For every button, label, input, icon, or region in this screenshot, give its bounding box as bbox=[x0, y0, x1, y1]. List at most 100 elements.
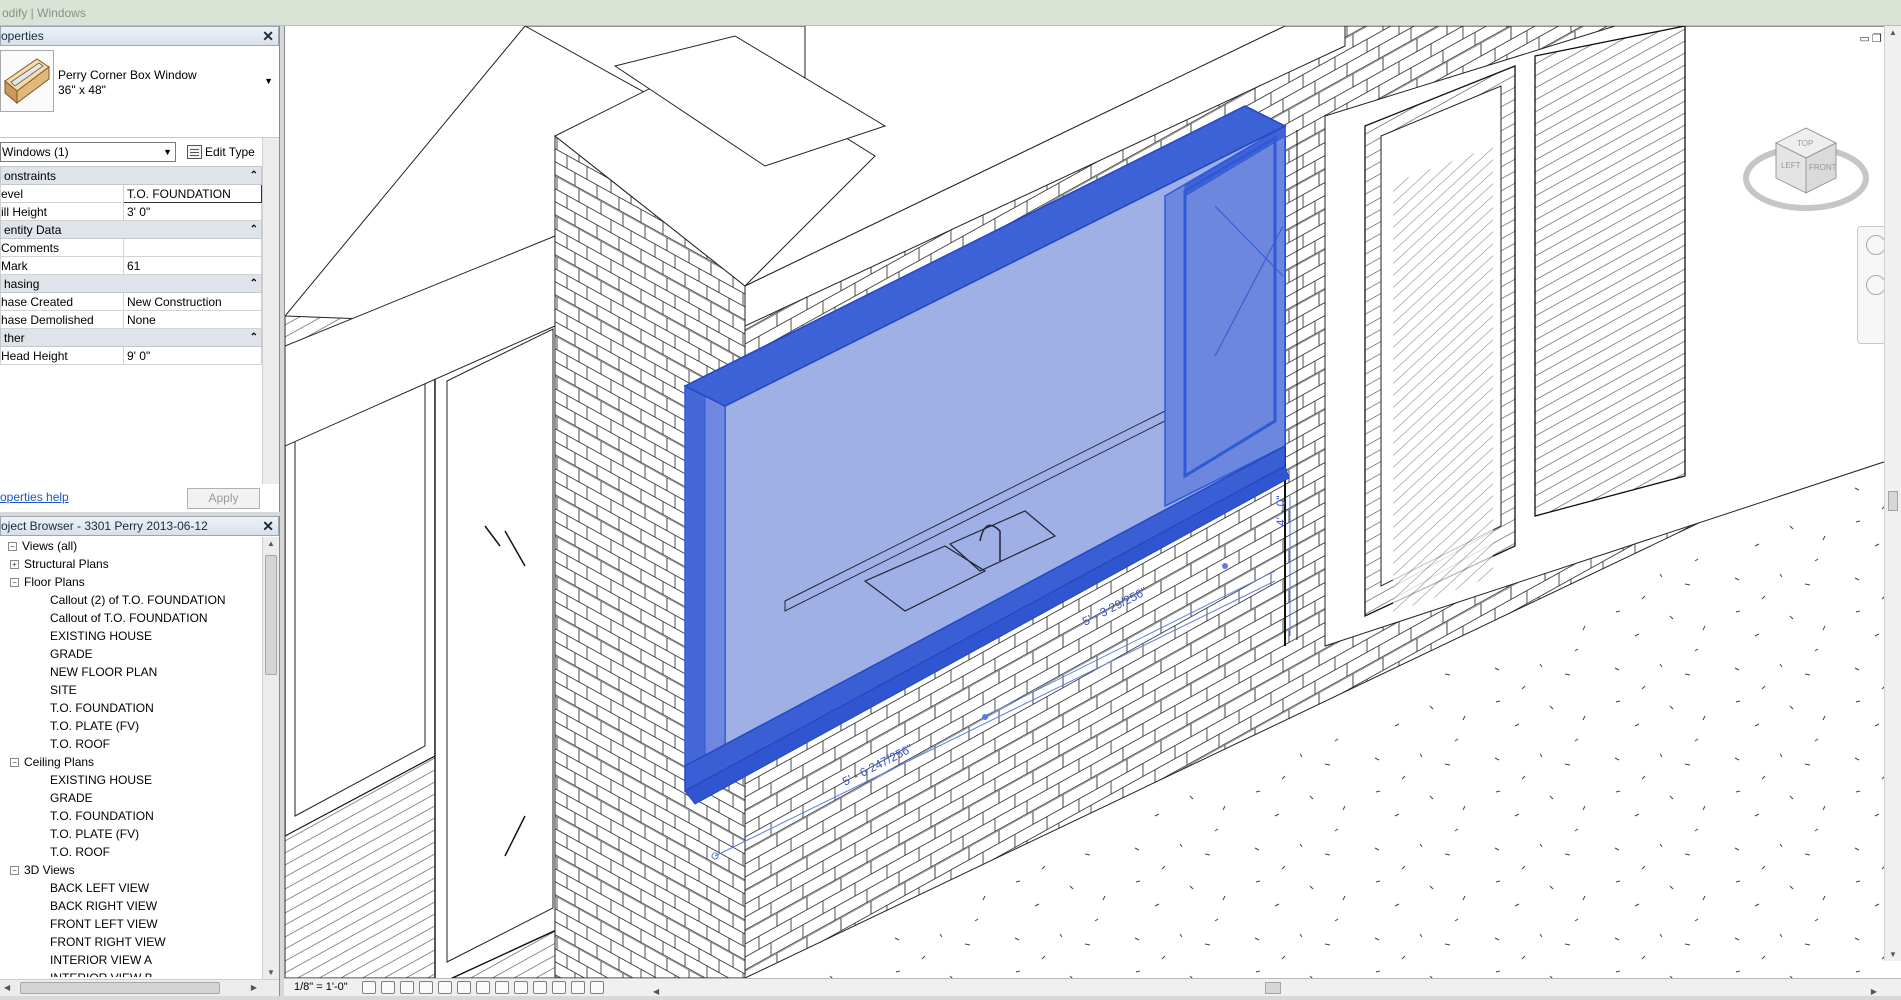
browser-tree-item[interactable]: FRONT RIGHT VIEW bbox=[0, 933, 262, 951]
dimension-side[interactable]: 4' - 0" bbox=[1274, 495, 1288, 526]
crop-view-icon[interactable] bbox=[457, 981, 471, 994]
collapse-icon[interactable]: ⌃ bbox=[250, 168, 258, 184]
group-other[interactable]: ther ⌃ bbox=[0, 328, 262, 347]
scroll-thumb[interactable] bbox=[20, 982, 220, 994]
scroll-down-icon[interactable]: ▼ bbox=[267, 968, 275, 977]
browser-tree-item[interactable]: GRADE bbox=[0, 645, 262, 663]
browser-tree-item[interactable]: −3D Views bbox=[0, 861, 262, 879]
shadows-icon[interactable] bbox=[419, 981, 433, 994]
project-browser-header[interactable]: oject Browser - 3301 Perry 2013-06-12 ✕ bbox=[0, 516, 279, 536]
browser-tree-item[interactable]: FRONT LEFT VIEW bbox=[0, 915, 262, 933]
worksharing-icon[interactable] bbox=[590, 981, 604, 994]
rendering-icon[interactable] bbox=[438, 981, 452, 994]
close-icon[interactable]: ✕ bbox=[262, 517, 274, 535]
browser-tree-item[interactable]: T.O. FOUNDATION bbox=[0, 807, 262, 825]
restore-icon[interactable]: ❐ bbox=[1872, 33, 1884, 45]
temporary-hide-icon[interactable] bbox=[514, 981, 528, 994]
phase-demolished-field[interactable]: None bbox=[123, 310, 262, 329]
browser-tree-item[interactable]: INTERIOR VIEW A bbox=[0, 951, 262, 969]
browser-tree-item[interactable]: T.O. FOUNDATION bbox=[0, 699, 262, 717]
analysis-icon[interactable] bbox=[552, 981, 566, 994]
browser-tree-item[interactable]: T.O. PLATE (FV) bbox=[0, 825, 262, 843]
close-icon[interactable]: ✕ bbox=[262, 27, 274, 45]
scroll-thumb[interactable] bbox=[1265, 982, 1281, 994]
browser-tree-item[interactable]: T.O. PLATE (FV) bbox=[0, 717, 262, 735]
scroll-down-icon[interactable]: ▼ bbox=[1889, 950, 1897, 959]
group-phasing[interactable]: hasing ⌃ bbox=[0, 274, 262, 293]
zoom-icon[interactable] bbox=[1866, 275, 1886, 295]
properties-help-link[interactable]: operties help bbox=[0, 490, 69, 504]
browser-tree-item[interactable]: Callout of T.O. FOUNDATION bbox=[0, 609, 262, 627]
viewcube[interactable]: TOP LEFT FRONT bbox=[1741, 108, 1871, 218]
phase-created-field[interactable]: New Construction bbox=[123, 292, 262, 311]
edit-type-button[interactable]: Edit Type bbox=[183, 141, 259, 163]
browser-tree-item[interactable]: EXISTING HOUSE bbox=[0, 771, 262, 789]
scroll-thumb[interactable] bbox=[1888, 491, 1898, 511]
collapse-icon[interactable]: − bbox=[10, 758, 19, 768]
steering-wheel-icon[interactable] bbox=[1866, 235, 1886, 255]
detail-level-icon[interactable] bbox=[362, 981, 376, 994]
scroll-thumb[interactable] bbox=[265, 555, 277, 675]
viewcube-top[interactable]: TOP bbox=[1797, 139, 1813, 148]
mark-field[interactable]: 61 bbox=[123, 256, 262, 275]
browser-tree-item[interactable]: − Floor Plans bbox=[0, 573, 262, 591]
browser-tree-item[interactable]: INTERIOR VIEW B bbox=[0, 969, 262, 977]
browser-tree-item[interactable]: T.O. ROOF bbox=[0, 735, 262, 753]
level-field[interactable]: T.O. FOUNDATION bbox=[123, 184, 262, 203]
browser-hscrollbar[interactable]: ◀ ▶ bbox=[0, 979, 279, 996]
head-height-field[interactable]: 9' 0" bbox=[123, 346, 262, 365]
reveal-hidden-icon[interactable] bbox=[533, 981, 547, 994]
scroll-right-icon[interactable]: ▶ bbox=[251, 983, 257, 992]
minimize-icon[interactable]: ▭ bbox=[1860, 33, 1872, 45]
sill-height-field[interactable]: 3' 0" bbox=[123, 202, 262, 221]
collapse-icon[interactable]: ⌃ bbox=[250, 222, 258, 238]
collapse-icon[interactable]: − bbox=[8, 542, 17, 552]
group-identity-data[interactable]: entity Data ⌃ bbox=[0, 220, 262, 239]
browser-tree-item[interactable]: T.O. ROOF bbox=[0, 843, 262, 861]
highlight-icon[interactable] bbox=[571, 981, 585, 994]
viewport-hscrollbar[interactable]: ◀ ▶ bbox=[649, 981, 1901, 996]
3d-viewport[interactable]: 5' - 6 247/256" 5' - 3 29/256" 4' - 0" ▭… bbox=[284, 26, 1901, 978]
sun-path-icon[interactable] bbox=[400, 981, 414, 994]
visual-style-icon[interactable] bbox=[381, 981, 395, 994]
lock-view-icon[interactable] bbox=[495, 981, 509, 994]
chevron-down-icon[interactable]: ▼ bbox=[264, 76, 273, 86]
collapse-icon[interactable]: − bbox=[10, 866, 19, 876]
browser-tree-item[interactable]: + Structural Plans bbox=[0, 555, 262, 573]
scroll-up-icon[interactable]: ▲ bbox=[267, 539, 275, 548]
show-crop-icon[interactable] bbox=[476, 981, 490, 994]
element-filter-select[interactable]: Windows (1) ▼ bbox=[0, 142, 176, 162]
viewport-vscrollbar[interactable]: ▲ ▼ bbox=[1884, 26, 1901, 961]
collapse-icon[interactable]: ⌃ bbox=[250, 330, 258, 346]
group-constraints[interactable]: onstraints ⌃ bbox=[0, 166, 262, 185]
collapse-icon[interactable]: ⌃ bbox=[250, 276, 258, 292]
browser-vscrollbar[interactable]: ▲ ▼ bbox=[262, 537, 279, 979]
browser-tree-item[interactable]: − Views (all) bbox=[0, 537, 262, 555]
browser-tree-item[interactable]: − Ceiling Plans bbox=[0, 753, 262, 771]
properties-header[interactable]: operties ✕ bbox=[0, 26, 279, 46]
viewcube-front[interactable]: FRONT bbox=[1809, 163, 1837, 172]
browser-tree-item[interactable]: SITE bbox=[0, 681, 262, 699]
scroll-left-icon[interactable]: ◀ bbox=[653, 983, 659, 1000]
browser-tree-item[interactable]: EXISTING HOUSE bbox=[0, 627, 262, 645]
view-scale[interactable]: 1/8" = 1'-0" bbox=[294, 979, 348, 996]
expand-icon[interactable]: + bbox=[10, 560, 19, 570]
browser-tree-item[interactable]: BACK RIGHT VIEW bbox=[0, 897, 262, 915]
property-key: evel bbox=[0, 184, 124, 203]
browser-tree-item[interactable]: BACK LEFT VIEW bbox=[0, 879, 262, 897]
scroll-up-icon[interactable]: ▲ bbox=[1889, 28, 1897, 37]
viewcube-left[interactable]: LEFT bbox=[1781, 161, 1801, 170]
scroll-right-icon[interactable]: ▶ bbox=[1871, 983, 1877, 1000]
browser-tree-item[interactable]: NEW FLOOR PLAN bbox=[0, 663, 262, 681]
properties-title: operties bbox=[1, 29, 44, 43]
scroll-left-icon[interactable]: ◀ bbox=[4, 983, 10, 992]
comments-field[interactable] bbox=[123, 238, 262, 257]
collapse-icon[interactable]: − bbox=[10, 578, 19, 588]
properties-scrollbar[interactable] bbox=[262, 138, 279, 484]
type-selector[interactable]: Perry Corner Box Window 36" x 48" ▼ bbox=[0, 46, 279, 138]
browser-tree-item[interactable]: GRADE bbox=[0, 789, 262, 807]
apply-button[interactable]: Apply bbox=[187, 488, 260, 509]
browser-tree-item[interactable]: Callout (2) of T.O. FOUNDATION bbox=[0, 591, 262, 609]
type-name: Perry Corner Box Window 36" x 48" bbox=[58, 68, 197, 98]
model-drawing[interactable]: 5' - 6 247/256" 5' - 3 29/256" 4' - 0" bbox=[285, 26, 1901, 978]
